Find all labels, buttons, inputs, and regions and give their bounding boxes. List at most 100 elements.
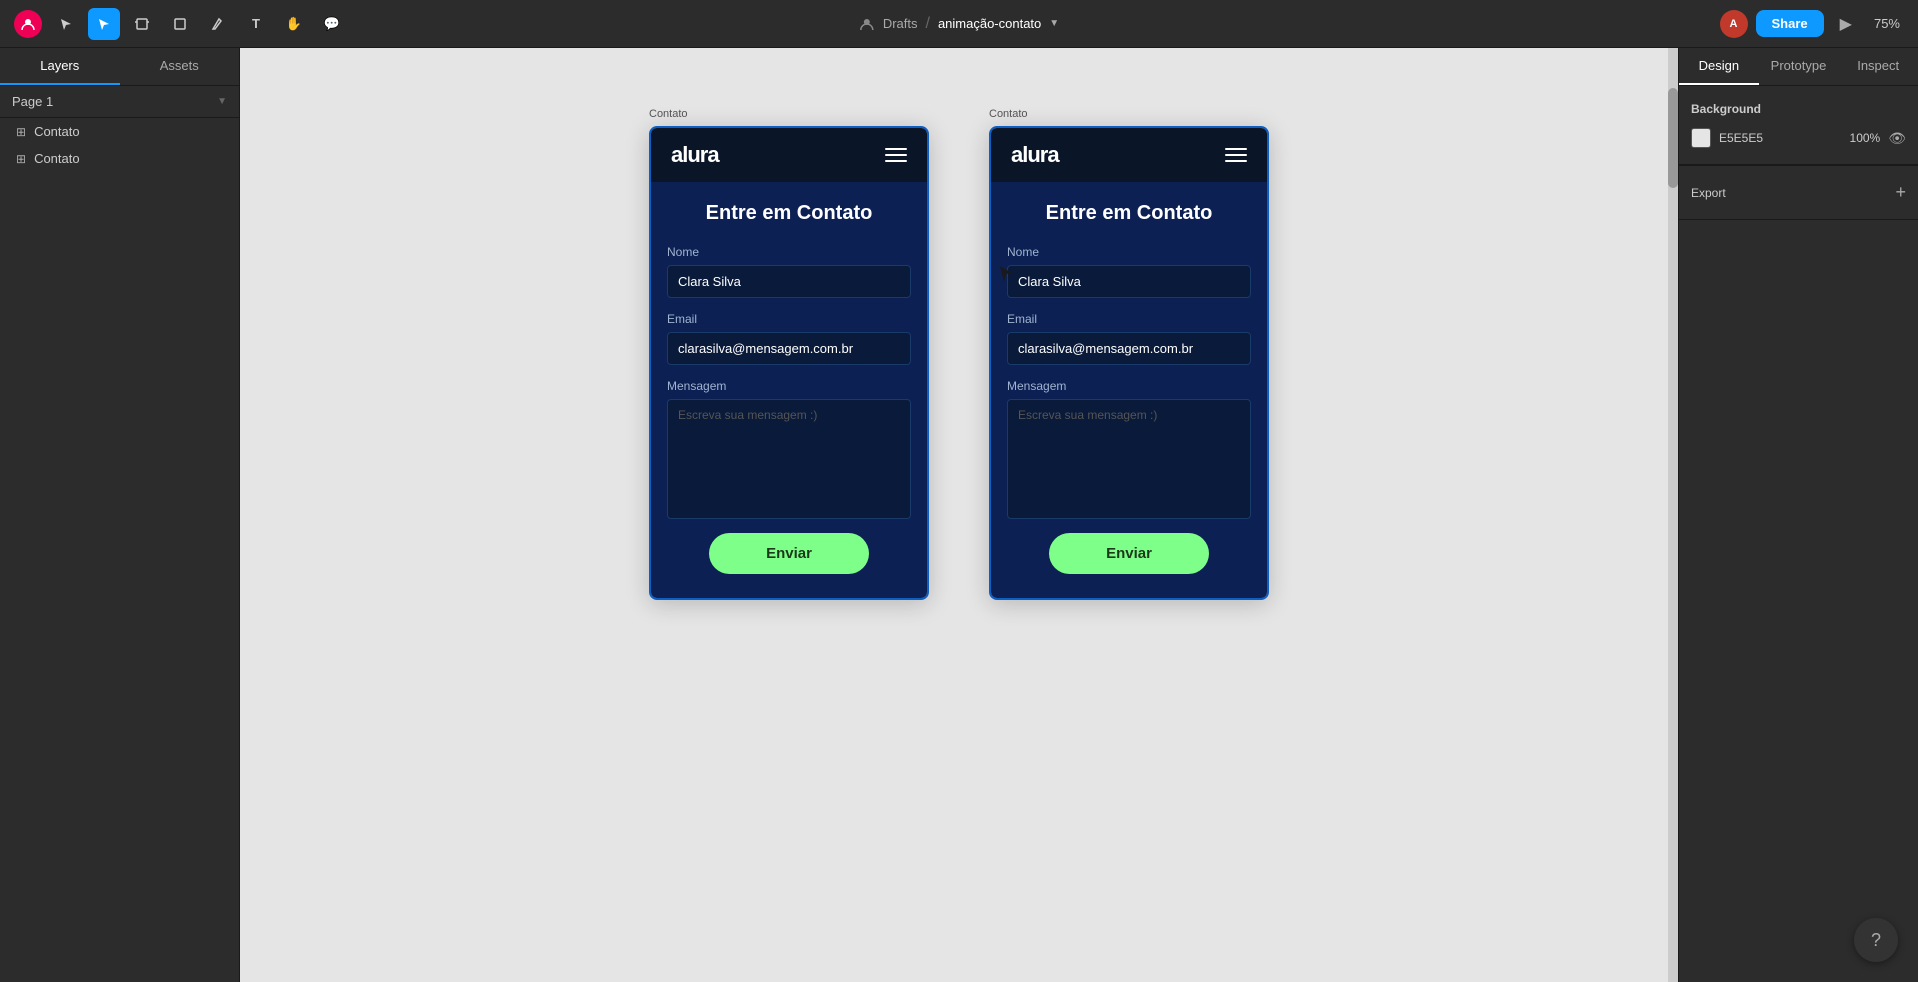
project-name: animação-contato — [938, 16, 1041, 31]
page-label: Page 1 — [12, 94, 53, 109]
toolbar-right: A Share ▶ 75% — [1720, 10, 1906, 38]
user-icon — [859, 16, 875, 32]
frame-2-logo: alura — [1011, 142, 1059, 168]
zoom-level: 75% — [1868, 12, 1906, 35]
export-row: Export + — [1691, 182, 1906, 203]
frame-1-nav: alura — [651, 128, 927, 182]
menu-button[interactable] — [12, 8, 44, 40]
add-export-button[interactable]: + — [1895, 182, 1906, 203]
select-tool[interactable] — [50, 8, 82, 40]
frame-1: alura Entre em Contato Nome Clara Silva — [649, 126, 929, 600]
scrollbar-thumb[interactable] — [1668, 88, 1678, 188]
background-hex: E5E5E5 — [1719, 131, 1763, 145]
breadcrumb-separator: / — [925, 15, 929, 33]
background-title: Background — [1691, 102, 1906, 116]
frame-2-message-textarea[interactable]: Escreva sua mensagem :) — [1007, 399, 1251, 519]
right-panel: Design Prototype Inspect Background E5E5… — [1678, 48, 1918, 982]
move-tool[interactable] — [88, 8, 120, 40]
panel-tab-bar: Design Prototype Inspect — [1679, 48, 1918, 86]
frame-1-email-label: Email — [667, 312, 911, 326]
frame-1-body: Entre em Contato Nome Clara Silva Email … — [651, 182, 927, 598]
frame-1-wrapper: Contato alura Entre em Contato Nome — [649, 108, 929, 600]
breadcrumb: Drafts / animação-contato ▼ — [859, 15, 1059, 33]
frame-2-nav: alura — [991, 128, 1267, 182]
layer-item-1[interactable]: ⊞ Contato — [0, 118, 239, 145]
frame-2: alura Entre em Contato Nome Clara Silva — [989, 126, 1269, 600]
frame-2-submit-button[interactable]: Enviar — [1049, 533, 1209, 574]
canvas-area[interactable]: Contato alura Entre em Contato Nome — [240, 48, 1678, 982]
hand-tool[interactable]: ✋ — [278, 8, 310, 40]
layer-frame-icon-2: ⊞ — [16, 152, 26, 166]
page-selector[interactable]: Page 1 ▼ — [0, 86, 239, 118]
main-area: Layers Assets Page 1 ▼ ⊞ Contato ⊞ Conta… — [0, 48, 1918, 982]
tab-prototype[interactable]: Prototype — [1759, 48, 1839, 85]
frame-tool[interactable] — [126, 8, 158, 40]
tab-inspect[interactable]: Inspect — [1838, 48, 1918, 85]
background-opacity: 100% — [1850, 131, 1881, 145]
layer-label-2: Contato — [34, 151, 80, 166]
frame-2-label: Contato — [989, 108, 1028, 120]
help-button[interactable]: ? — [1854, 918, 1898, 962]
frame-2-title: Entre em Contato — [1007, 202, 1251, 225]
frame-1-nome-group: Nome Clara Silva — [667, 245, 911, 298]
frame-2-body: Entre em Contato Nome Clara Silva Email … — [991, 182, 1267, 598]
frame-2-wrapper: Contato alura Entre em Contato Nome — [989, 108, 1269, 600]
frame-1-title: Entre em Contato — [667, 202, 911, 225]
cursor-icon — [1000, 266, 1012, 284]
frame-1-email-input[interactable]: clarasilva@mensagem.com.br — [667, 332, 911, 365]
frame-2-menu-icon — [1225, 148, 1247, 162]
frame-1-menu-icon — [885, 148, 907, 162]
frame-1-message-group: Mensagem Escreva sua mensagem :) — [667, 379, 911, 519]
comment-tool-icon: 💬 — [324, 16, 340, 32]
canvas-content: Contato alura Entre em Contato Nome — [649, 88, 1269, 600]
frame-1-message-label: Mensagem — [667, 379, 911, 393]
workspace-avatar — [14, 10, 42, 38]
export-section: Export + — [1679, 166, 1918, 220]
left-sidebar: Layers Assets Page 1 ▼ ⊞ Contato ⊞ Conta… — [0, 48, 240, 982]
layer-item-2[interactable]: ⊞ Contato — [0, 145, 239, 172]
comment-tool[interactable]: 💬 — [316, 8, 348, 40]
frame-1-nome-label: Nome — [667, 245, 911, 259]
frame-1-message-textarea[interactable]: Escreva sua mensagem :) — [667, 399, 911, 519]
frame-2-email-label: Email — [1007, 312, 1251, 326]
frame-2-nome-label: Nome — [1007, 245, 1251, 259]
frame-2-email-group: Email clarasilva@mensagem.com.br — [1007, 312, 1251, 365]
frame-1-label: Contato — [649, 108, 688, 120]
shape-tool[interactable] — [164, 8, 196, 40]
tab-layers[interactable]: Layers — [0, 48, 120, 85]
visibility-toggle-icon[interactable]: 👁 — [1888, 130, 1906, 147]
toolbar: T ✋ 💬 Drafts / animação-contato ▼ A Shar… — [0, 0, 1918, 48]
frame-2-email-input[interactable]: clarasilva@mensagem.com.br — [1007, 332, 1251, 365]
toolbar-left: T ✋ 💬 — [12, 8, 348, 40]
background-row: E5E5E5 100% 👁 — [1691, 128, 1906, 148]
frame-2-message-label: Mensagem — [1007, 379, 1251, 393]
text-tool-icon: T — [252, 16, 260, 31]
frame-1-nome-input[interactable]: Clara Silva — [667, 265, 911, 298]
frame-2-nome-input[interactable]: Clara Silva — [1007, 265, 1251, 298]
play-button[interactable]: ▶ — [1832, 10, 1860, 38]
background-color-swatch[interactable] — [1691, 128, 1711, 148]
workspace-label: Drafts — [883, 16, 918, 31]
frame-2-nome-group: Nome Clara Silva — [1007, 245, 1251, 298]
frame-2-message-group: Mensagem Escreva sua mensagem :) — [1007, 379, 1251, 519]
frame-1-message-placeholder: Escreva sua mensagem :) — [678, 408, 817, 422]
pen-tool[interactable] — [202, 8, 234, 40]
frame-1-email-group: Email clarasilva@mensagem.com.br — [667, 312, 911, 365]
chevron-down-icon: ▼ — [1049, 18, 1059, 29]
frame-1-logo: alura — [671, 142, 719, 168]
chevron-down-icon: ▼ — [217, 96, 227, 107]
user-avatar: A — [1720, 10, 1748, 38]
sidebar-tab-bar: Layers Assets — [0, 48, 239, 86]
layer-frame-icon-1: ⊞ — [16, 125, 26, 139]
share-button[interactable]: Share — [1756, 10, 1824, 37]
scrollbar-track[interactable] — [1668, 48, 1678, 982]
frame-1-submit-button[interactable]: Enviar — [709, 533, 869, 574]
background-section: Background E5E5E5 100% 👁 — [1679, 86, 1918, 165]
layer-label-1: Contato — [34, 124, 80, 139]
tab-assets[interactable]: Assets — [120, 48, 240, 85]
tab-design[interactable]: Design — [1679, 48, 1759, 85]
export-label: Export — [1691, 186, 1726, 200]
text-tool[interactable]: T — [240, 8, 272, 40]
frame-2-message-placeholder: Escreva sua mensagem :) — [1018, 408, 1157, 422]
hand-tool-icon: ✋ — [286, 16, 302, 32]
